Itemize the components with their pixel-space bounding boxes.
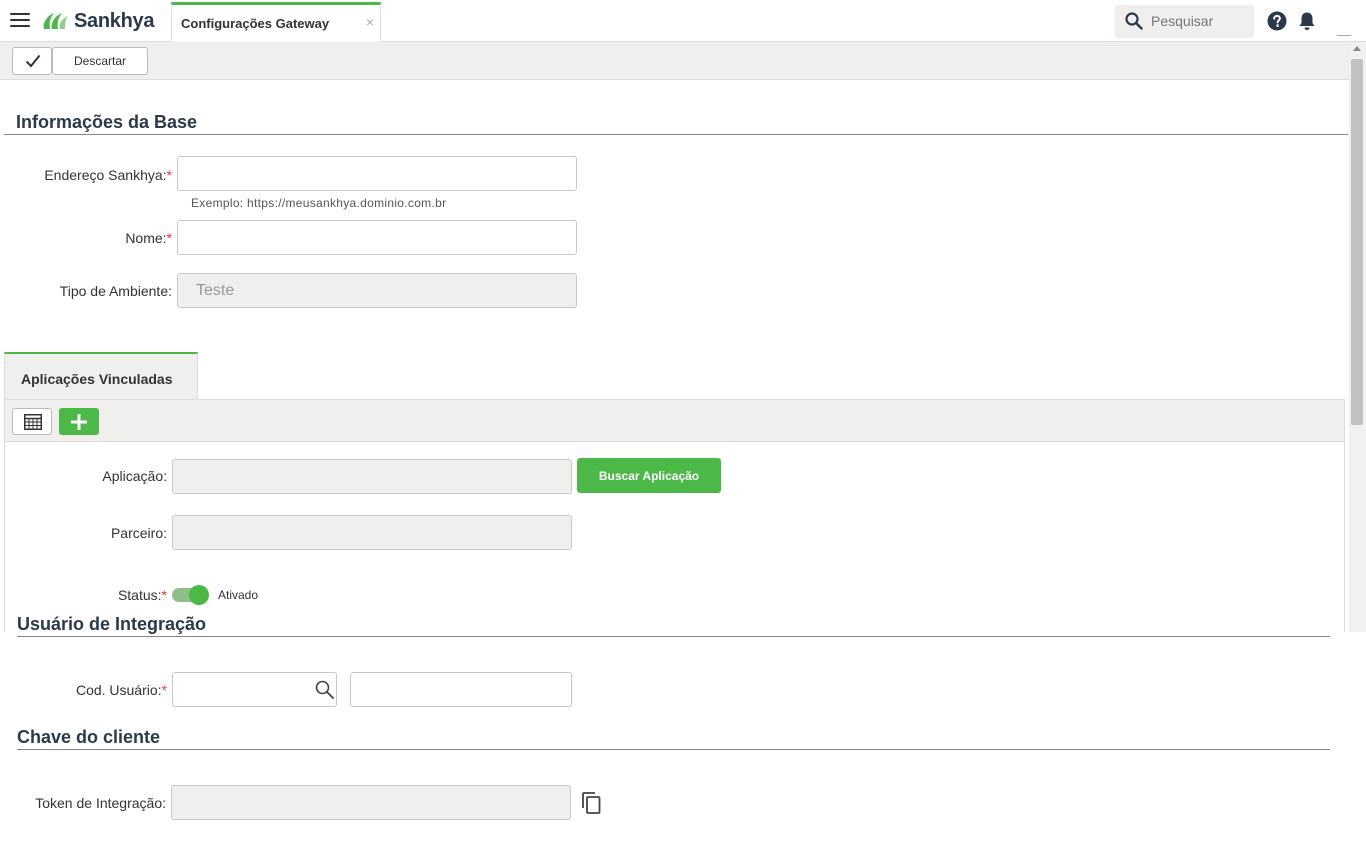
toggle-knob [189, 585, 209, 605]
tab-configuracoes-gateway[interactable]: Configurações Gateway × [171, 2, 381, 42]
status-text: Ativado [218, 588, 259, 602]
cod-usuario-input[interactable] [172, 672, 337, 707]
search-input[interactable] [1151, 12, 1247, 30]
nome-input[interactable] [177, 220, 577, 255]
save-button[interactable] [12, 47, 52, 75]
tipo-ambiente-field [177, 273, 577, 308]
sankhya-logo-icon [43, 13, 68, 29]
close-icon[interactable]: × [366, 14, 374, 30]
discard-button[interactable]: Descartar [52, 47, 148, 75]
parceiro-field [172, 515, 572, 550]
tipo-ambiente-label: Tipo de Ambiente: [59, 283, 172, 299]
search-icon [1125, 12, 1143, 30]
check-icon [25, 54, 41, 68]
section-divider [4, 134, 1348, 135]
bell-icon[interactable] [1298, 11, 1316, 31]
parceiro-label: Parceiro: [110, 525, 167, 541]
section-title-chave: Chave do cliente [17, 727, 161, 747]
tab-label: Configurações Gateway [181, 16, 330, 31]
endereco-label: Endereço Sankhya:* [44, 167, 172, 183]
endereco-hint: Exemplo: https://meusankhya.dominio.com.… [191, 196, 447, 210]
scroll-thumb[interactable] [1351, 59, 1363, 425]
required-mark: * [166, 230, 172, 246]
usuario-name-field[interactable] [350, 672, 572, 707]
status-label: Status:* [117, 587, 167, 603]
aplicacao-field [172, 459, 572, 494]
tab-aplicacoes-vinculadas[interactable]: Aplicações Vinculadas [4, 352, 198, 400]
add-button[interactable] [59, 408, 99, 435]
aplicacao-label: Aplicação: [102, 468, 167, 484]
brand-name: Sankhya [74, 9, 155, 32]
grid-view-button[interactable] [12, 408, 52, 435]
token-label: Token de Integração: [35, 795, 166, 811]
token-field [171, 785, 571, 820]
nome-label: Nome:* [125, 230, 172, 246]
section-title-base: Informações da Base [16, 112, 198, 132]
vertical-scrollbar[interactable] [1349, 42, 1366, 632]
section-divider [17, 636, 1330, 637]
divider [1337, 35, 1351, 36]
table-icon [24, 414, 42, 430]
help-icon[interactable] [1267, 11, 1287, 31]
required-mark: * [166, 167, 172, 183]
panel-toolbar [5, 400, 1344, 442]
top-bar: Sankhya Configurações Gateway × [0, 0, 1366, 42]
required-mark: * [161, 587, 167, 603]
search-box[interactable] [1115, 5, 1254, 38]
section-divider [17, 749, 1330, 750]
scroll-up-arrow-icon[interactable] [1353, 46, 1361, 51]
tab-label: Aplicações Vinculadas [21, 371, 173, 387]
section-title-usuario: Usuário de Integração [17, 614, 211, 635]
buscar-aplicacao-button[interactable]: Buscar Aplicação [577, 458, 721, 493]
required-mark: * [161, 682, 167, 698]
action-toolbar: Descartar [0, 42, 1349, 80]
endereco-sankhya-input[interactable] [177, 156, 577, 191]
brand-logo[interactable]: Sankhya [40, 9, 154, 33]
status-toggle[interactable] [172, 585, 210, 605]
search-icon[interactable] [315, 680, 334, 699]
menu-icon[interactable] [10, 13, 30, 29]
plus-icon [71, 414, 87, 430]
cod-usuario-label: Cod. Usuário:* [75, 682, 167, 698]
copy-icon[interactable] [580, 791, 602, 815]
